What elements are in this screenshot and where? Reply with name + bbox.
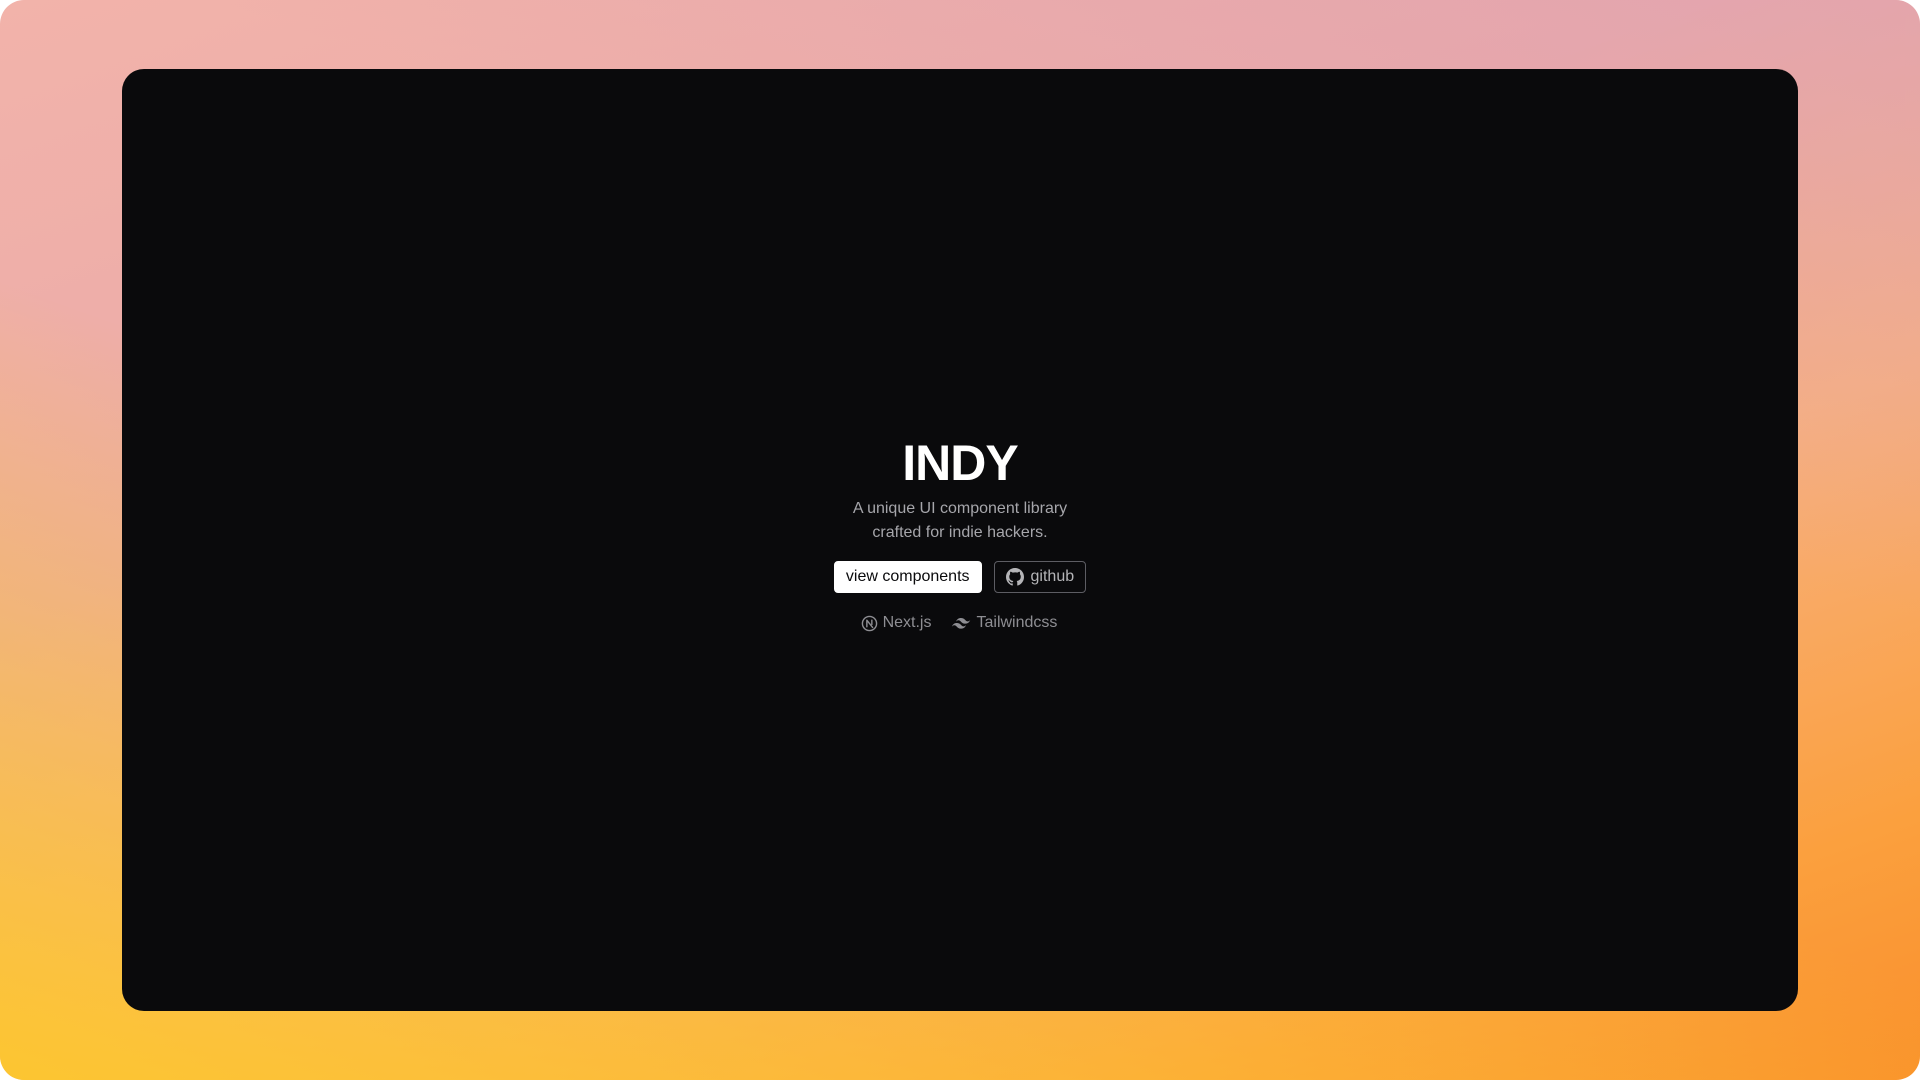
subtitle-line-2: crafted for indie hackers. bbox=[872, 524, 1048, 541]
hero-subtitle: A unique UI component library crafted fo… bbox=[830, 497, 1090, 545]
github-icon bbox=[1005, 568, 1024, 586]
nextjs-icon bbox=[861, 615, 878, 632]
github-label: github bbox=[1030, 568, 1075, 585]
stack-label-nextjs: Next.js bbox=[882, 614, 932, 631]
stack-item-tailwind[interactable]: Tailwindcss bbox=[951, 614, 1057, 632]
hero-section: INDY A unique UI component library craft… bbox=[122, 435, 1798, 632]
view-components-label: view components bbox=[845, 568, 970, 585]
github-button[interactable]: github bbox=[993, 561, 1087, 593]
tech-stack: Next.js Tailwindcss bbox=[861, 614, 1057, 632]
stack-label-tailwind: Tailwindcss bbox=[976, 614, 1058, 631]
app-window: INDY A unique UI component library craft… bbox=[122, 69, 1798, 1011]
subtitle-line-1: A unique UI component library bbox=[852, 500, 1068, 517]
stack-item-nextjs[interactable]: Next.js bbox=[861, 614, 932, 632]
hero-actions: view components github bbox=[833, 561, 1087, 593]
page-title: INDY bbox=[902, 435, 1018, 491]
tailwind-icon bbox=[951, 616, 971, 630]
view-components-button[interactable]: view components bbox=[833, 561, 982, 593]
